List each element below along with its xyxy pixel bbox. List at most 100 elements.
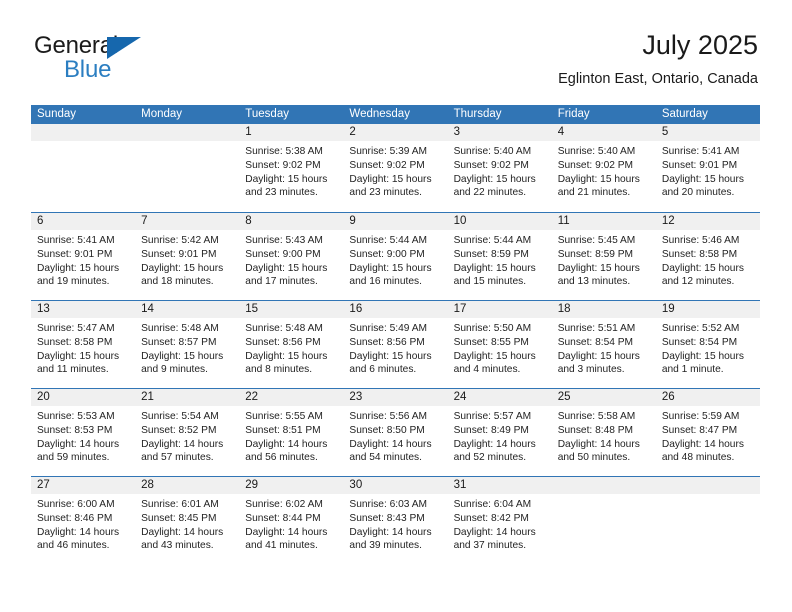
day-number: 19 — [661, 303, 675, 315]
weekday-header-sunday: Sunday — [37, 108, 77, 120]
day-cell-7[interactable]: 7 Sunrise: 5:42 AM Sunset: 9:01 PM Daylight… — [135, 213, 240, 300]
day-cell-6[interactable]: 6 Sunrise: 5:41 AM Sunset: 9:01 PM Daylight… — [31, 213, 136, 300]
day-number-band: 21 — [135, 389, 240, 406]
day-details: Sunrise: 6:00 AM Sunset: 8:46 PM Daylight:… — [31, 494, 135, 553]
day-detail-line: Sunrise: 5:45 AM — [557, 235, 636, 246]
day-cell-31[interactable]: 31 Sunrise: 6:04 AM Sunset: 8:42 PM Dayligh… — [447, 477, 552, 564]
day-cell-19[interactable]: 19 Sunrise: 5:52 AM Sunset: 8:54 PM Dayligh… — [655, 301, 760, 388]
weekday-header-tuesday: Tuesday — [245, 108, 289, 120]
day-detail-line: Daylight: 15 hours — [37, 262, 120, 274]
day-cell-26[interactable]: 26 Sunrise: 5:59 AM Sunset: 8:47 PM Dayligh… — [655, 389, 760, 476]
day-cell-11[interactable]: 11 Sunrise: 5:45 AM Sunset: 8:59 PM Dayligh… — [551, 213, 656, 300]
day-detail-line: Sunset: 8:44 PM — [245, 512, 321, 524]
day-number-band: 7 — [135, 213, 240, 230]
day-detail-line: Sunset: 8:45 PM — [141, 512, 217, 524]
day-detail-line: Sunrise: 5:44 AM — [453, 235, 532, 246]
day-detail-line: Sunset: 9:01 PM — [661, 159, 738, 171]
day-cell-16[interactable]: 16 Sunrise: 5:49 AM Sunset: 8:56 PM Dayligh… — [343, 301, 448, 388]
day-detail-line: Daylight: 14 hours — [453, 438, 536, 450]
day-detail-line: and 50 minutes. — [557, 452, 631, 464]
day-detail-line: and 59 minutes. — [37, 452, 110, 464]
day-cell-empty — [551, 477, 656, 564]
day-number-band: 28 — [135, 477, 240, 494]
day-detail-line: Daylight: 14 hours — [557, 438, 640, 450]
day-cell-21[interactable]: 21 Sunrise: 5:54 AM Sunset: 8:52 PM Dayligh… — [135, 389, 240, 476]
day-cell-29[interactable]: 29 Sunrise: 6:02 AM Sunset: 8:44 PM Dayligh… — [239, 477, 344, 564]
day-details: Sunrise: 5:53 AM Sunset: 8:53 PM Daylight:… — [31, 406, 135, 465]
day-detail-line: Sunset: 8:49 PM — [453, 424, 529, 436]
day-detail-line: Sunset: 8:46 PM — [37, 512, 113, 524]
day-number: 5 — [661, 126, 669, 138]
day-cell-5[interactable]: 5 Sunrise: 5:41 AM Sunset: 9:01 PM Daylight… — [655, 124, 760, 212]
day-cell-18[interactable]: 18 Sunrise: 5:51 AM Sunset: 8:54 PM Dayligh… — [551, 301, 656, 388]
title-block: July 2025 Eglinton East, Ontario, Canada — [558, 28, 758, 90]
day-cell-28[interactable]: 28 Sunrise: 6:01 AM Sunset: 8:45 PM Dayligh… — [135, 477, 240, 564]
day-number-band: 9 — [343, 213, 448, 230]
day-number: 20 — [37, 391, 50, 403]
day-detail-line: Daylight: 15 hours — [245, 350, 328, 362]
day-cell-13[interactable]: 13 Sunrise: 5:47 AM Sunset: 8:58 PM Dayligh… — [31, 301, 136, 388]
day-cell-3[interactable]: 3 Sunrise: 5:40 AM Sunset: 9:02 PM Daylight… — [447, 124, 552, 212]
day-cell-20[interactable]: 20 Sunrise: 5:53 AM Sunset: 8:53 PM Dayligh… — [31, 389, 136, 476]
day-cell-27[interactable]: 27 Sunrise: 6:00 AM Sunset: 8:46 PM Dayligh… — [31, 477, 136, 564]
day-cell-14[interactable]: 14 Sunrise: 5:48 AM Sunset: 8:57 PM Dayligh… — [135, 301, 240, 388]
day-cell-22[interactable]: 22 Sunrise: 5:55 AM Sunset: 8:51 PM Dayligh… — [239, 389, 344, 476]
day-number-band — [135, 124, 240, 141]
day-number-band: 20 — [31, 389, 136, 406]
day-cell-10[interactable]: 10 Sunrise: 5:44 AM Sunset: 8:59 PM Dayligh… — [447, 213, 552, 300]
day-details: Sunrise: 5:39 AM Sunset: 9:02 PM Daylight:… — [343, 141, 447, 200]
day-cell-9[interactable]: 9 Sunrise: 5:44 AM Sunset: 9:00 PM Daylight… — [343, 213, 448, 300]
day-detail-line: and 37 minutes. — [453, 540, 527, 552]
day-detail-line: Daylight: 14 hours — [245, 438, 328, 450]
triangle-icon — [107, 37, 141, 59]
day-cell-empty — [31, 124, 136, 212]
page-header: General Blue July 2025 Eglinton East, On… — [34, 28, 758, 98]
day-details: Sunrise: 5:57 AM Sunset: 8:49 PM Daylight:… — [448, 406, 552, 465]
general-blue-logo[interactable]: General Blue — [34, 32, 224, 92]
day-number-band: 5 — [655, 124, 760, 141]
day-cell-15[interactable]: 15 Sunrise: 5:48 AM Sunset: 8:56 PM Dayligh… — [239, 301, 344, 388]
day-cell-1[interactable]: 1 Sunrise: 5:38 AM Sunset: 9:02 PM Daylight… — [239, 124, 344, 212]
day-number-band: 30 — [343, 477, 448, 494]
day-number-band: 12 — [655, 213, 760, 230]
calendar-week-row: 27 Sunrise: 6:00 AM Sunset: 8:46 PM Dayligh… — [31, 476, 760, 564]
day-number: 22 — [245, 391, 259, 403]
day-detail-line: Sunset: 8:51 PM — [245, 424, 321, 436]
day-cell-30[interactable]: 30 Sunrise: 6:03 AM Sunset: 8:43 PM Dayligh… — [343, 477, 448, 564]
day-number: 1 — [245, 126, 252, 138]
day-detail-line: and 20 minutes. — [661, 187, 735, 199]
day-cell-8[interactable]: 8 Sunrise: 5:43 AM Sunset: 9:00 PM Daylight… — [239, 213, 344, 300]
day-detail-line: Sunset: 8:53 PM — [37, 424, 113, 436]
day-detail-line: Sunset: 8:43 PM — [349, 512, 425, 524]
day-detail-line: and 41 minutes. — [245, 540, 318, 552]
calendar-week-row: 20 Sunrise: 5:53 AM Sunset: 8:53 PM Dayligh… — [31, 388, 760, 476]
day-detail-line: and 18 minutes. — [141, 276, 214, 288]
day-details: Sunrise: 6:04 AM Sunset: 8:42 PM Daylight:… — [448, 494, 552, 553]
day-details: Sunrise: 5:55 AM Sunset: 8:51 PM Daylight:… — [239, 406, 343, 465]
day-detail-line: Sunset: 8:55 PM — [453, 336, 529, 348]
day-details: Sunrise: 6:02 AM Sunset: 8:44 PM Daylight:… — [239, 494, 343, 553]
day-cell-2[interactable]: 2 Sunrise: 5:39 AM Sunset: 9:02 PM Daylight… — [343, 124, 448, 212]
day-details: Sunrise: 5:51 AM Sunset: 8:54 PM Daylight:… — [552, 318, 656, 377]
day-cell-24[interactable]: 24 Sunrise: 5:57 AM Sunset: 8:49 PM Dayligh… — [447, 389, 552, 476]
day-cell-4[interactable]: 4 Sunrise: 5:40 AM Sunset: 9:02 PM Daylight… — [551, 124, 656, 212]
day-detail-line: Daylight: 14 hours — [453, 526, 536, 538]
day-cell-23[interactable]: 23 Sunrise: 5:56 AM Sunset: 8:50 PM Dayligh… — [343, 389, 448, 476]
day-details: Sunrise: 5:46 AM Sunset: 8:58 PM Daylight:… — [656, 230, 760, 289]
day-cell-17[interactable]: 17 Sunrise: 5:50 AM Sunset: 8:55 PM Dayligh… — [447, 301, 552, 388]
day-detail-line: Daylight: 15 hours — [557, 350, 640, 362]
day-detail-line: and 46 minutes. — [37, 540, 110, 552]
day-detail-line: Sunset: 9:02 PM — [557, 159, 634, 171]
day-detail-line: and 23 minutes. — [245, 187, 318, 199]
day-detail-line: Sunset: 8:54 PM — [557, 336, 634, 348]
day-details: Sunrise: 5:42 AM Sunset: 9:01 PM Daylight:… — [135, 230, 239, 289]
day-cell-25[interactable]: 25 Sunrise: 5:58 AM Sunset: 8:48 PM Dayligh… — [551, 389, 656, 476]
day-details: Sunrise: 5:54 AM Sunset: 8:52 PM Daylight:… — [135, 406, 239, 465]
day-cell-12[interactable]: 12 Sunrise: 5:46 AM Sunset: 8:58 PM Dayligh… — [655, 213, 760, 300]
day-detail-line: Daylight: 14 hours — [661, 438, 744, 450]
logo-text-blue: Blue — [64, 56, 112, 83]
day-detail-line: Daylight: 15 hours — [661, 173, 744, 185]
day-detail-line: Sunset: 8:48 PM — [557, 424, 634, 436]
day-details: Sunrise: 5:56 AM Sunset: 8:50 PM Daylight:… — [343, 406, 447, 465]
day-detail-line: Sunrise: 5:54 AM — [141, 411, 219, 422]
